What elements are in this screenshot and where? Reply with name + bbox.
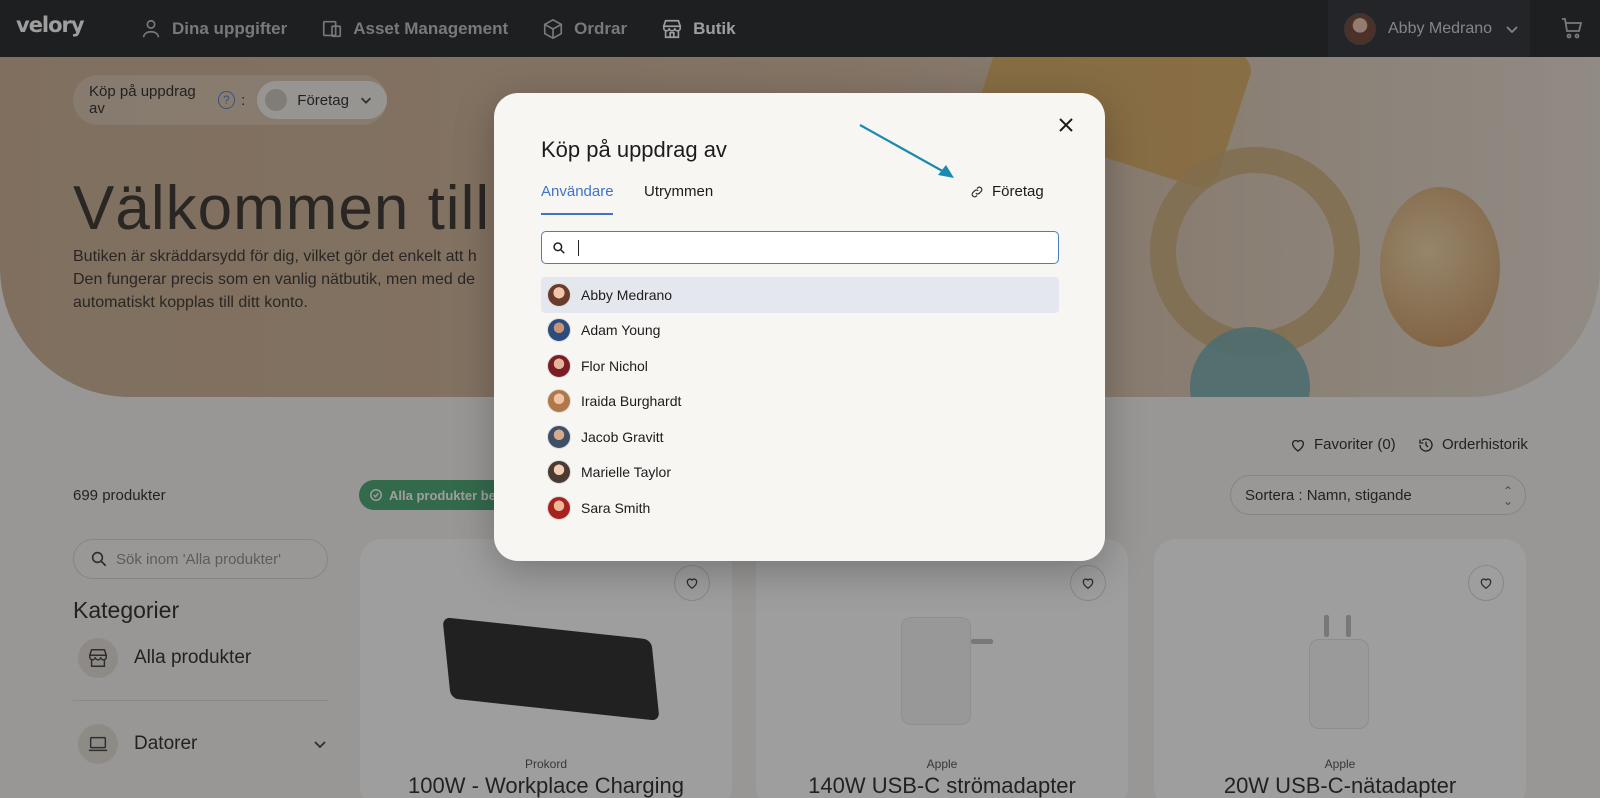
- avatar: [547, 318, 571, 343]
- list-item[interactable]: Marielle Taylor: [541, 455, 1059, 491]
- avatar: [547, 389, 571, 414]
- user-name: Adam Young: [581, 322, 661, 339]
- active-tab-indicator: [541, 213, 613, 215]
- list-item[interactable]: Adam Young: [541, 313, 1059, 349]
- avatar: [547, 495, 571, 520]
- avatar: [547, 282, 571, 307]
- list-item[interactable]: Jacob Gravitt: [541, 419, 1059, 455]
- user-search-input[interactable]: [541, 231, 1059, 264]
- tab-foretag-label: Företag: [992, 183, 1044, 200]
- on-behalf-modal: Köp på uppdrag av Användare Utrymmen För…: [494, 93, 1105, 561]
- tab-utrymmen[interactable]: Utrymmen: [644, 183, 713, 200]
- list-item[interactable]: Sara Smith: [541, 490, 1059, 526]
- user-name: Jacob Gravitt: [581, 428, 664, 445]
- avatar: [547, 424, 571, 449]
- tab-foretag[interactable]: Företag: [970, 183, 1044, 200]
- avatar: [547, 460, 571, 485]
- tab-anvandare[interactable]: Användare: [541, 183, 614, 200]
- user-name: Flor Nichol: [581, 357, 648, 374]
- user-name: Sara Smith: [581, 499, 651, 516]
- user-name: Abby Medrano: [581, 286, 673, 303]
- search-icon: [553, 241, 565, 254]
- user-name: Iraida Burghardt: [581, 393, 682, 410]
- list-item[interactable]: Abby Medrano: [541, 277, 1059, 313]
- user-list: Abby Medrano Adam Young Flor Nichol Irai…: [541, 277, 1059, 526]
- list-item[interactable]: Flor Nichol: [541, 348, 1059, 384]
- avatar: [547, 353, 571, 378]
- link-icon: [971, 186, 983, 197]
- text-cursor: [578, 239, 579, 256]
- list-item[interactable]: Iraida Burghardt: [541, 384, 1059, 420]
- annotation-arrow-icon: [859, 124, 954, 178]
- modal-title: Köp på uppdrag av: [541, 137, 727, 162]
- user-name: Marielle Taylor: [581, 464, 671, 481]
- close-icon[interactable]: [1054, 113, 1078, 137]
